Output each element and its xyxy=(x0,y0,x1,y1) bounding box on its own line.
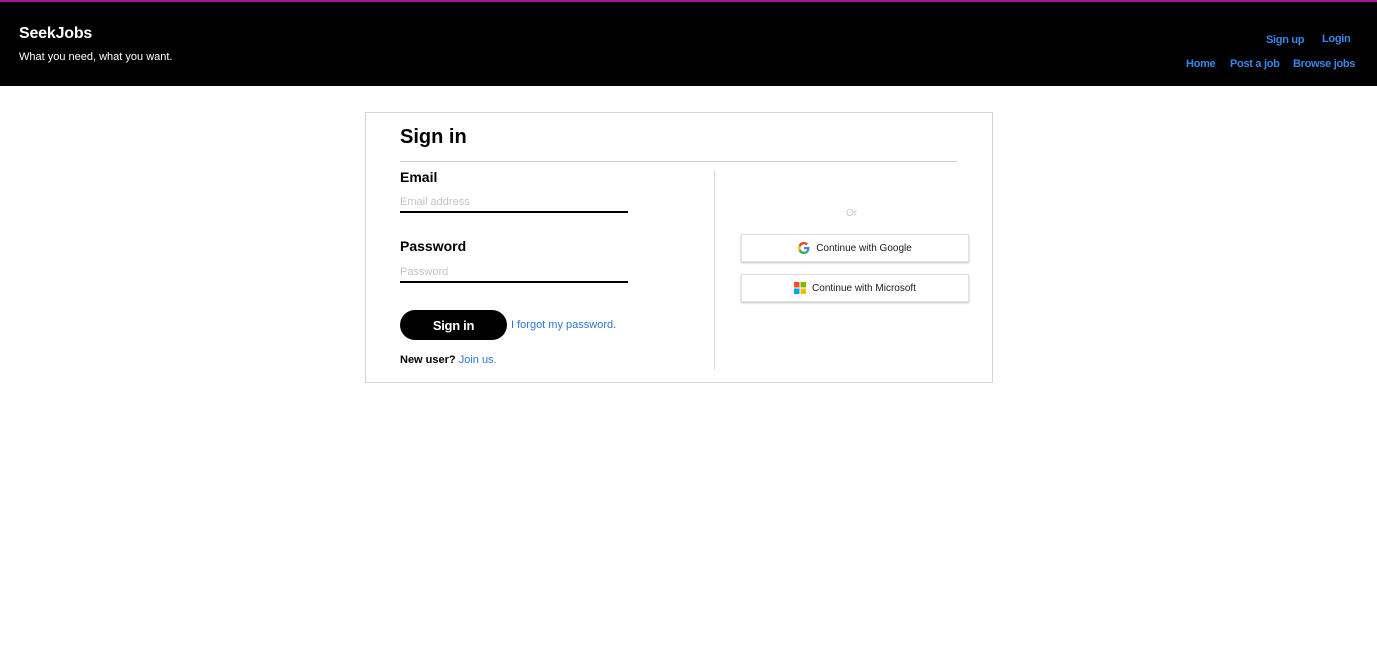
nav-login-link[interactable]: Login xyxy=(1322,33,1351,45)
or-separator: Or xyxy=(846,208,858,219)
brand-logo-text[interactable]: SeekJobs xyxy=(19,25,92,43)
new-user-label: New user? xyxy=(400,354,456,366)
tagline: What you need, what you want. xyxy=(19,51,173,63)
forgot-password-link[interactable]: I forgot my password. xyxy=(511,319,616,331)
title-divider xyxy=(400,161,957,162)
email-label: Email xyxy=(400,169,438,185)
nav-signup-link[interactable]: Sign up xyxy=(1266,34,1305,46)
microsoft-button-label: Continue with Microsoft xyxy=(812,282,916,294)
top-header: SeekJobs What you need, what you want. S… xyxy=(0,0,1377,86)
microsoft-icon xyxy=(794,282,807,294)
signin-card: Sign in Email Password Sign in I forgot … xyxy=(365,112,993,383)
join-us-link[interactable]: Join us. xyxy=(459,354,497,366)
continue-with-google-button[interactable]: Continue with Google xyxy=(741,234,969,262)
nav-browse-jobs-link[interactable]: Browse jobs xyxy=(1293,58,1355,70)
google-icon xyxy=(798,242,810,254)
nav-post-job-link[interactable]: Post a job xyxy=(1230,58,1280,70)
password-label: Password xyxy=(400,238,467,254)
column-divider xyxy=(714,170,715,370)
google-button-label: Continue with Google xyxy=(816,242,912,254)
new-user-row: New user? Join us. xyxy=(400,354,497,366)
nav-home-link[interactable]: Home xyxy=(1186,58,1216,70)
email-field[interactable] xyxy=(400,193,628,213)
continue-with-microsoft-button[interactable]: Continue with Microsoft xyxy=(741,274,969,302)
signin-button[interactable]: Sign in xyxy=(400,310,507,340)
signin-title: Sign in xyxy=(400,126,467,148)
password-field[interactable] xyxy=(400,263,628,283)
